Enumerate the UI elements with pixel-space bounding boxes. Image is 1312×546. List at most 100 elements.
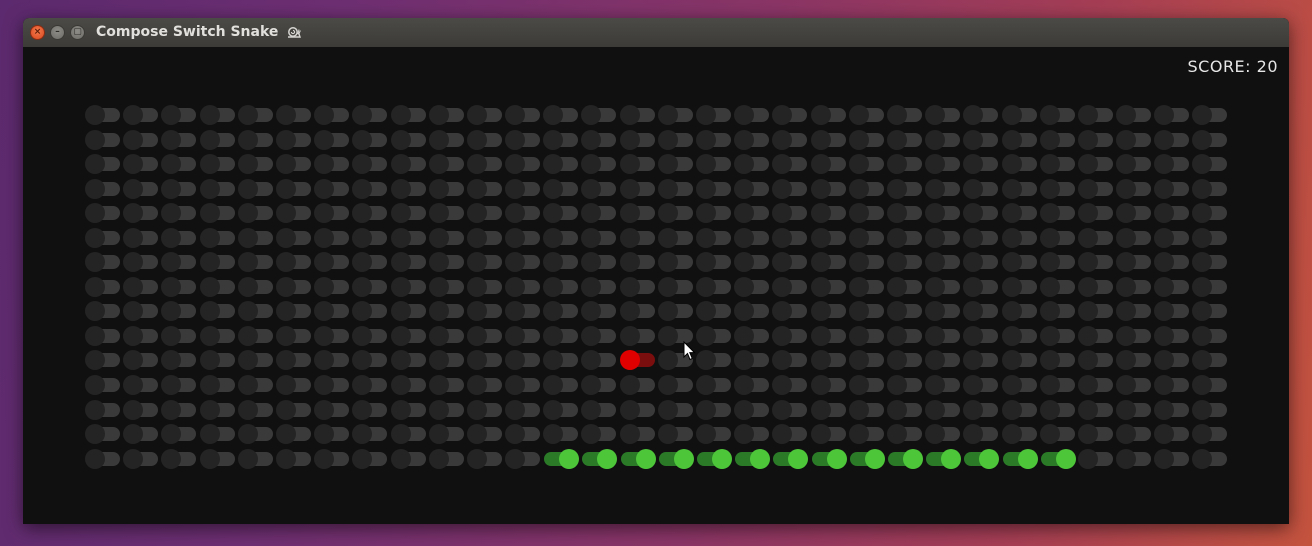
switch-cell[interactable] <box>810 398 849 422</box>
switch-cell[interactable] <box>237 324 276 348</box>
switch-cell[interactable] <box>1001 152 1040 176</box>
switch-cell[interactable] <box>390 348 429 372</box>
switch-cell[interactable] <box>1154 447 1192 471</box>
switch-cell[interactable] <box>1001 226 1040 250</box>
switch-cell[interactable] <box>428 348 467 372</box>
switch-cell[interactable] <box>505 275 543 299</box>
switch-cell[interactable] <box>199 447 238 471</box>
switch-cell[interactable] <box>1154 299 1192 323</box>
switch-cell[interactable] <box>886 275 925 299</box>
switch-cell[interactable] <box>1001 103 1040 127</box>
switch-cell[interactable] <box>886 201 925 225</box>
switch-cell[interactable] <box>925 152 963 176</box>
switch-cell[interactable] <box>1192 103 1230 127</box>
switch-cell[interactable] <box>161 422 199 446</box>
switch-cell[interactable] <box>1116 250 1154 274</box>
switch-cell[interactable] <box>886 226 925 250</box>
switch-cell[interactable] <box>314 128 352 152</box>
switch-cell[interactable] <box>1039 275 1078 299</box>
switch-cell[interactable] <box>275 250 314 274</box>
switch-cell[interactable] <box>1001 128 1040 152</box>
snake-segment-switch[interactable] <box>543 447 581 471</box>
snake-segment-switch[interactable] <box>658 447 696 471</box>
switch-cell[interactable] <box>390 275 429 299</box>
switch-cell[interactable] <box>199 152 238 176</box>
switch-cell[interactable] <box>1192 373 1230 397</box>
switch-cell[interactable] <box>810 373 849 397</box>
switch-cell[interactable] <box>161 103 199 127</box>
switch-cell[interactable] <box>466 152 505 176</box>
switch-cell[interactable] <box>390 398 429 422</box>
switch-cell[interactable] <box>696 275 734 299</box>
switch-cell[interactable] <box>772 128 810 152</box>
switch-cell[interactable] <box>657 275 696 299</box>
switch-cell[interactable] <box>275 177 314 201</box>
switch-cell[interactable] <box>1116 152 1154 176</box>
switch-cell[interactable] <box>848 103 887 127</box>
switch-cell[interactable] <box>734 201 772 225</box>
switch-cell[interactable] <box>848 324 887 348</box>
switch-cell[interactable] <box>466 250 505 274</box>
switch-cell[interactable] <box>543 324 581 348</box>
switch-cell[interactable] <box>963 398 1001 422</box>
switch-cell[interactable] <box>237 201 276 225</box>
switch-cell[interactable] <box>772 275 810 299</box>
switch-cell[interactable] <box>619 152 658 176</box>
switch-cell[interactable] <box>199 128 238 152</box>
switch-cell[interactable] <box>123 128 161 152</box>
switch-cell[interactable] <box>1192 324 1230 348</box>
switch-cell[interactable] <box>543 201 581 225</box>
switch-cell[interactable] <box>1154 128 1192 152</box>
switch-cell[interactable] <box>161 275 199 299</box>
snake-segment-switch[interactable] <box>849 447 887 471</box>
switch-cell[interactable] <box>237 373 276 397</box>
switch-cell[interactable] <box>963 422 1001 446</box>
switch-cell[interactable] <box>581 348 619 372</box>
switch-cell[interactable] <box>85 373 123 397</box>
switch-cell[interactable] <box>161 152 199 176</box>
switch-cell[interactable] <box>85 128 123 152</box>
switch-cell[interactable] <box>1077 103 1116 127</box>
switch-cell[interactable] <box>657 324 696 348</box>
switch-cell[interactable] <box>1039 299 1078 323</box>
switch-cell[interactable] <box>848 398 887 422</box>
switch-cell[interactable] <box>390 128 429 152</box>
switch-cell[interactable] <box>1001 422 1040 446</box>
switch-cell[interactable] <box>696 348 734 372</box>
switch-cell[interactable] <box>1154 250 1192 274</box>
switch-cell[interactable] <box>237 226 276 250</box>
switch-cell[interactable] <box>657 422 696 446</box>
switch-cell[interactable] <box>275 226 314 250</box>
switch-cell[interactable] <box>734 226 772 250</box>
switch-cell[interactable] <box>772 422 810 446</box>
switch-cell[interactable] <box>85 398 123 422</box>
switch-cell[interactable] <box>428 324 467 348</box>
switch-cell[interactable] <box>85 226 123 250</box>
switch-cell[interactable] <box>466 348 505 372</box>
switch-cell[interactable] <box>734 373 772 397</box>
switch-cell[interactable] <box>543 348 581 372</box>
switch-cell[interactable] <box>810 275 849 299</box>
switch-cell[interactable] <box>237 250 276 274</box>
switch-cell[interactable] <box>1077 398 1116 422</box>
switch-cell[interactable] <box>237 398 276 422</box>
switch-cell[interactable] <box>886 422 925 446</box>
switch-cell[interactable] <box>734 152 772 176</box>
switch-cell[interactable] <box>886 373 925 397</box>
switch-cell[interactable] <box>85 447 123 471</box>
switch-cell[interactable] <box>772 226 810 250</box>
switch-cell[interactable] <box>161 128 199 152</box>
switch-cell[interactable] <box>734 348 772 372</box>
switch-cell[interactable] <box>696 103 734 127</box>
switch-cell[interactable] <box>543 422 581 446</box>
switch-cell[interactable] <box>237 299 276 323</box>
switch-cell[interactable] <box>199 275 238 299</box>
switch-cell[interactable] <box>275 447 314 471</box>
switch-cell[interactable] <box>1154 422 1192 446</box>
switch-cell[interactable] <box>734 177 772 201</box>
switch-cell[interactable] <box>696 299 734 323</box>
switch-cell[interactable] <box>314 201 352 225</box>
switch-cell[interactable] <box>543 177 581 201</box>
switch-cell[interactable] <box>657 299 696 323</box>
switch-cell[interactable] <box>657 373 696 397</box>
